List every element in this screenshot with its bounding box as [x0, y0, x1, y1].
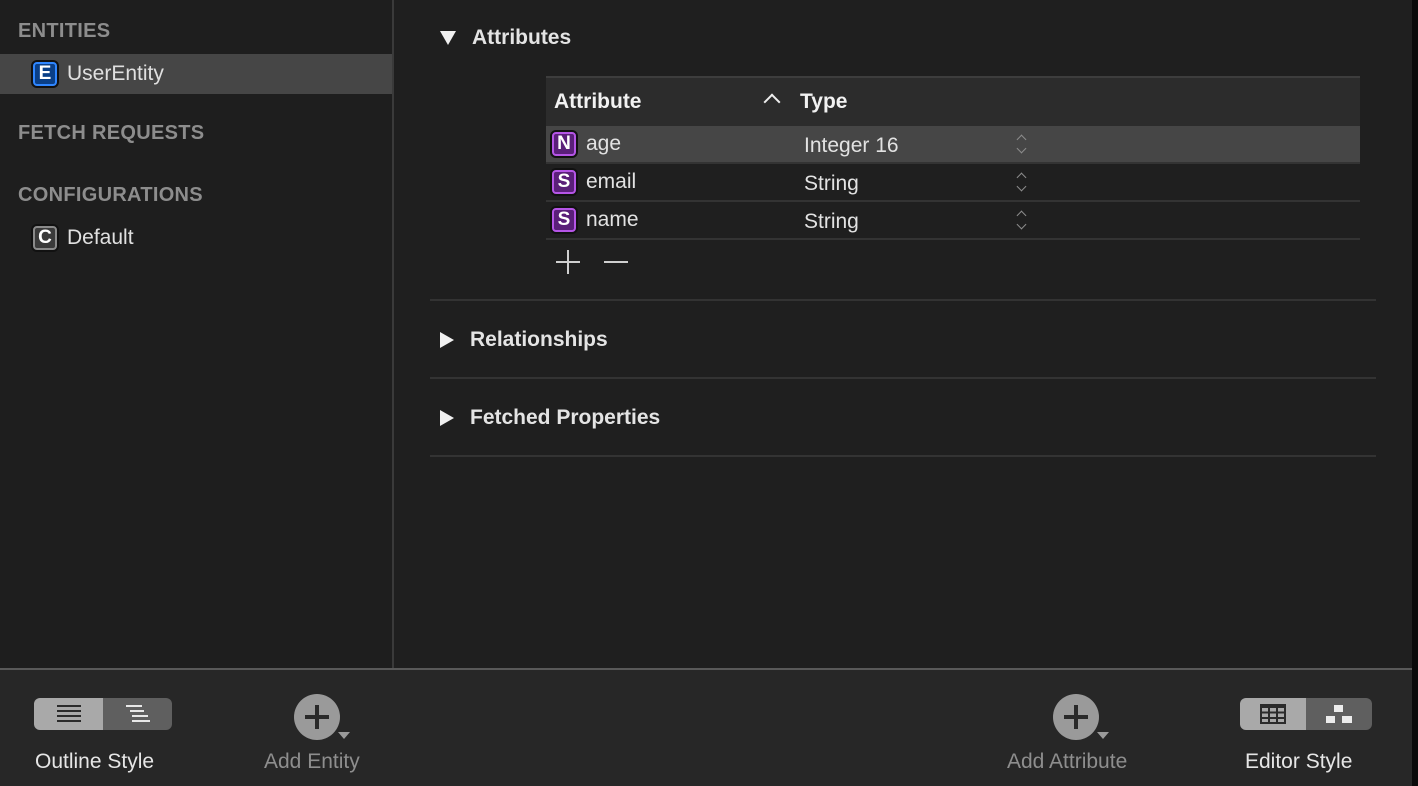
- add-attribute-label: Add Attribute: [1007, 750, 1128, 773]
- outline-style-label: Outline Style: [35, 750, 155, 773]
- fetched-properties-disclosure[interactable]: Fetched Properties: [440, 406, 660, 430]
- add-entity-plus-icon[interactable]: [294, 694, 340, 740]
- dropdown-caret-icon[interactable]: [1097, 732, 1109, 739]
- attribute-name[interactable]: name: [586, 208, 639, 232]
- add-entity-label: Add Entity: [264, 750, 360, 773]
- entity-icon: E: [33, 62, 57, 86]
- attribute-type-select[interactable]: Integer 16: [804, 134, 899, 158]
- section-divider: [430, 377, 1376, 379]
- entity-editor: Attributes Attribute Type N age Integer …: [394, 0, 1412, 668]
- column-header-type[interactable]: Type: [800, 90, 847, 114]
- add-remove-controls: [556, 250, 628, 274]
- attribute-name[interactable]: age: [586, 132, 621, 156]
- string-attribute-icon: S: [552, 170, 576, 194]
- string-attribute-icon: S: [552, 208, 576, 232]
- table-row[interactable]: S name String: [546, 202, 1360, 240]
- column-header-attribute[interactable]: Attribute: [554, 90, 642, 114]
- editor-style-label: Editor Style: [1245, 750, 1353, 773]
- attribute-type-select[interactable]: String: [804, 172, 859, 196]
- attribute-name[interactable]: email: [586, 170, 636, 194]
- window-edge: [1412, 0, 1418, 786]
- up-down-chevron-icon[interactable]: [1014, 209, 1028, 231]
- section-header-configurations: CONFIGURATIONS: [18, 184, 203, 206]
- up-down-chevron-icon[interactable]: [1014, 133, 1028, 155]
- section-divider: [430, 455, 1376, 457]
- table-header: Attribute Type: [546, 76, 1360, 126]
- table-icon[interactable]: [1240, 698, 1306, 730]
- outline-style-segmented-control[interactable]: [34, 698, 172, 730]
- section-header-entities: ENTITIES: [18, 20, 111, 42]
- configuration-icon: C: [33, 226, 57, 250]
- relationships-disclosure[interactable]: Relationships: [440, 328, 608, 352]
- table-row[interactable]: N age Integer 16: [546, 126, 1360, 164]
- table-row[interactable]: S email String: [546, 164, 1360, 202]
- hierarchical-list-icon[interactable]: [103, 698, 172, 730]
- sidebar: ENTITIES E UserEntity FETCH REQUESTS CON…: [0, 0, 394, 668]
- sidebar-item-default[interactable]: C Default: [0, 218, 392, 258]
- sidebar-item-userentity[interactable]: E UserEntity: [0, 54, 392, 94]
- attributes-disclosure[interactable]: Attributes: [440, 26, 571, 50]
- sidebar-item-label: UserEntity: [67, 62, 164, 85]
- flat-list-icon[interactable]: [34, 698, 103, 730]
- add-attribute-plus-icon[interactable]: [1053, 694, 1099, 740]
- number-attribute-icon: N: [552, 132, 576, 156]
- dropdown-caret-icon[interactable]: [338, 732, 350, 739]
- fetched-properties-section-title: Fetched Properties: [470, 406, 661, 429]
- attributes-section-title: Attributes: [472, 26, 572, 49]
- sort-ascending-icon[interactable]: [763, 93, 781, 111]
- disclosure-collapsed-icon: [440, 410, 454, 426]
- add-attribute-plus-icon[interactable]: [556, 250, 580, 274]
- sidebar-item-label: Default: [67, 226, 134, 249]
- remove-attribute-minus-icon[interactable]: [604, 250, 628, 274]
- bottom-toolbar: Outline Style Add Entity Add Attribute E…: [0, 668, 1412, 786]
- disclosure-collapsed-icon: [440, 332, 454, 348]
- relationships-section-title: Relationships: [470, 328, 608, 351]
- attribute-type-select[interactable]: String: [804, 210, 859, 234]
- section-divider: [430, 299, 1376, 301]
- attributes-table: Attribute Type N age Integer 16 S email …: [546, 76, 1360, 274]
- section-header-fetch-requests: FETCH REQUESTS: [18, 122, 205, 144]
- up-down-chevron-icon[interactable]: [1014, 171, 1028, 193]
- disclosure-expanded-icon: [440, 31, 456, 45]
- graph-icon[interactable]: [1306, 698, 1372, 730]
- editor-style-segmented-control[interactable]: [1240, 698, 1372, 730]
